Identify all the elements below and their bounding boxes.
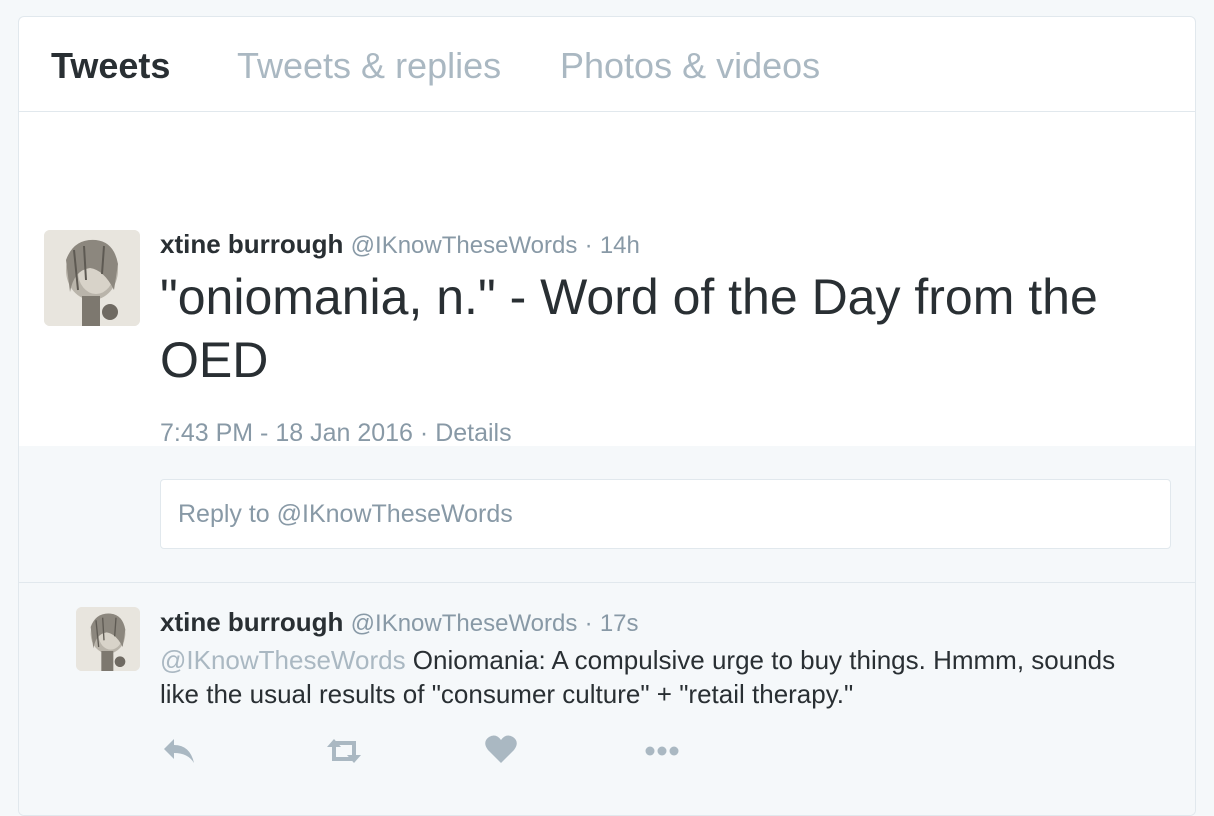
user-name[interactable]: xtine burrough [160,229,343,259]
avatar-image [76,607,140,671]
user-handle[interactable]: @IKnowTheseWords [351,610,578,637]
more-icon[interactable] [642,733,686,773]
reply-area: Reply to @IKnowTheseWords [19,446,1195,583]
tweet-text: @IKnowTheseWords Oniomania: A compulsive… [160,643,1160,711]
tweet-text: "oniomania, n." - Word of the Day from t… [160,269,1098,388]
details-link[interactable]: Details [435,419,511,447]
avatar[interactable] [76,607,140,671]
separator-dot: · [419,419,429,447]
user-handle[interactable]: @IKnowTheseWords [351,232,578,259]
tweet-timestamp: 7:43 PM - 18 Jan 2016 [160,419,413,447]
separator-dot: · [584,610,593,637]
reply-placeholder: Reply to @IKnowTheseWords [178,500,513,528]
tab-tweets-and-replies[interactable]: Tweets & replies [237,45,501,87]
tweet-meta: 7:43 PM - 18 Jan 2016 · Details [160,419,512,448]
tweet-header: xtine burrough @IKnowTheseWords · 14h [160,229,640,260]
tweet-time[interactable]: 14h [600,232,640,259]
mention-link[interactable]: @IKnowTheseWords [160,645,406,675]
avatar[interactable] [44,230,140,326]
tab-tweets[interactable]: Tweets [51,45,170,87]
tweet-header: xtine burrough @IKnowTheseWords · 17s [160,607,639,638]
reply-icon[interactable] [160,733,204,773]
separator-dot: · [584,232,593,259]
profile-tabs: Tweets Tweets & replies Photos & videos [19,17,1195,112]
reply-tweet: xtine burrough @IKnowTheseWords · 17s @I… [19,583,1195,815]
avatar-image [44,230,140,326]
tab-photos-and-videos[interactable]: Photos & videos [560,45,820,87]
profile-timeline-card: Tweets Tweets & replies Photos & videos … [18,16,1196,816]
user-name[interactable]: xtine burrough [160,607,343,637]
main-tweet: xtine burrough @IKnowTheseWords · 14h "o… [19,112,1195,511]
retweet-icon[interactable] [322,733,366,773]
heart-icon[interactable] [484,733,528,773]
reply-input[interactable]: Reply to @IKnowTheseWords [160,479,1171,549]
tweet-time[interactable]: 17s [600,610,639,637]
